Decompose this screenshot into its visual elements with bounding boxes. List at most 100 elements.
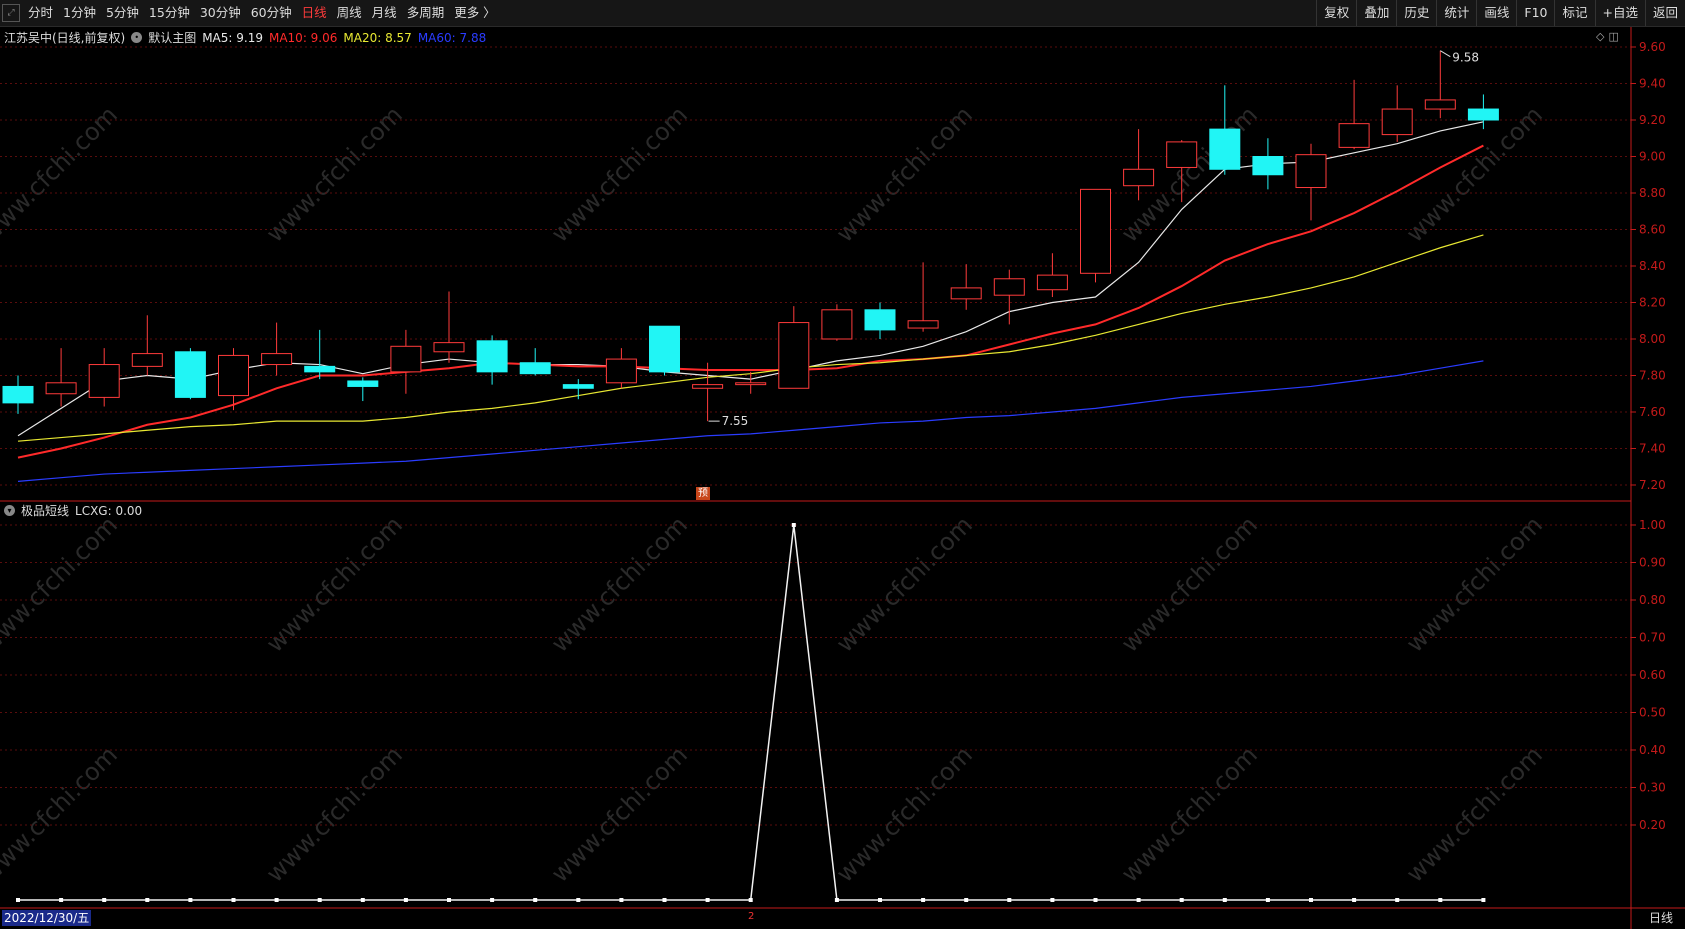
candle-body <box>1123 168 1155 187</box>
lcxg-point <box>1136 898 1141 902</box>
candle-body <box>692 384 724 389</box>
period-tab[interactable]: 周线 <box>332 0 367 26</box>
candle <box>261 322 293 376</box>
period-tab[interactable]: 60分钟 <box>246 0 297 26</box>
candle <box>347 377 379 402</box>
lcxg-point <box>878 898 882 902</box>
indicator-name[interactable]: 极品短线 <box>21 502 69 519</box>
period-tab[interactable]: 多周期 <box>402 0 450 26</box>
candle-body <box>562 384 594 389</box>
indicator-value: LCXG: 0.00 <box>75 503 143 518</box>
watermark-layer: www.cfchi.com www.cfchi.com www.cfchi.com w… <box>0 101 1548 888</box>
lcxg-point <box>964 898 969 902</box>
toolbar-action-button[interactable]: F10 <box>1516 0 1554 26</box>
watermark-text: www.cfchi.com <box>1401 511 1548 658</box>
candle <box>1424 50 1456 119</box>
candle-body <box>1467 108 1499 121</box>
candle <box>1123 129 1155 201</box>
period-tab[interactable]: 月线 <box>367 0 402 26</box>
toolbar-action-button[interactable]: 画线 <box>1476 0 1516 26</box>
candle-body <box>778 322 810 389</box>
period-tabs: ⤢ 分时 1分钟 5分钟 15分钟 30分钟 60分钟 日线 周线 月线 多周期 更多 〉 <box>0 0 501 26</box>
period-indicator: 日线 <box>1648 911 1673 925</box>
stock-title[interactable]: 江苏吴中(日线,前复权) <box>4 29 125 46</box>
period-tab[interactable]: 1分钟 <box>58 0 101 26</box>
price-tick-label: 7.20 <box>1639 478 1666 492</box>
toolbar-action-button[interactable]: 叠加 <box>1356 0 1396 26</box>
watermark-text: www.cfchi.com <box>831 741 978 888</box>
candle-body <box>304 365 336 373</box>
chevron-down-icon[interactable]: ▾ <box>4 505 15 516</box>
ma-legend-item: MA20: 8.57 <box>343 30 412 45</box>
toolbar-action-button[interactable]: 统计 <box>1436 0 1476 26</box>
lcxg-point <box>1179 898 1184 902</box>
toolbar-action-button[interactable]: +自选 <box>1594 0 1645 26</box>
toolbar-action-button[interactable]: 标记 <box>1554 0 1594 26</box>
lcxg-point <box>619 898 624 902</box>
expand-icon[interactable]: ⤢ <box>2 4 20 22</box>
price-tick-label: 9.60 <box>1639 40 1666 54</box>
watermark-text: www.cfchi.com <box>0 511 123 658</box>
candle-body <box>950 287 982 300</box>
candle-body <box>1338 123 1370 148</box>
candle-body <box>476 340 508 373</box>
lcxg-point <box>1050 898 1055 902</box>
candle <box>1252 138 1284 190</box>
lcxg-point <box>791 523 796 527</box>
watermark-text: www.cfchi.com <box>261 741 408 888</box>
window-icon[interactable]: ◫ <box>1608 30 1618 43</box>
indicator-tick-label: 0.40 <box>1639 743 1666 757</box>
price-tick-label: 7.80 <box>1639 369 1666 383</box>
indicator-tick-label: 0.80 <box>1639 593 1666 607</box>
max-pointer <box>1440 50 1451 58</box>
candle <box>45 348 77 407</box>
period-tab[interactable]: 30分钟 <box>195 0 246 26</box>
settings-icon[interactable]: • <box>131 32 143 43</box>
candle-body <box>1036 274 1068 291</box>
lcxg-point <box>662 898 667 902</box>
top-toolbar: ⤢ 分时 1分钟 5分钟 15分钟 30分钟 60分钟 日线 周线 月线 多周期 更多 〉 复权 叠加… <box>0 0 1685 27</box>
candle <box>2 375 34 414</box>
chart-canvas[interactable]: www.cfchi.com www.cfchi.com www.cfchi.com w… <box>0 27 1685 929</box>
period-tab[interactable]: 分时 <box>23 0 58 26</box>
candle <box>649 325 680 376</box>
lcxg-point <box>59 898 64 902</box>
price-tick-label: 8.40 <box>1639 259 1666 273</box>
period-tab[interactable]: 日线 <box>297 0 332 26</box>
watermark-text: www.cfchi.com <box>546 101 693 248</box>
toolbar-action-button[interactable]: 复权 <box>1316 0 1356 26</box>
candle-body <box>218 354 249 397</box>
candle-body <box>261 353 293 366</box>
period-tab[interactable]: 15分钟 <box>144 0 195 26</box>
candle-body <box>1166 141 1198 168</box>
candle-body <box>2 385 34 404</box>
candle-body <box>605 358 637 384</box>
watermark-text: www.cfchi.com <box>261 101 408 248</box>
price-tick-label: 8.20 <box>1639 296 1666 310</box>
candle-body <box>821 309 853 340</box>
price-tick-label: 7.40 <box>1639 442 1666 456</box>
price-axes: 9.60 9.40 9.20 9.00 8.80 8.60 8.40 8.20 8.00 7.80… <box>0 27 1685 929</box>
diamond-icon[interactable]: ◇ <box>1596 30 1604 43</box>
template-label[interactable]: 默认主图 <box>148 29 196 46</box>
candlestick-series <box>2 50 1499 422</box>
toolbar-action-button[interactable]: 返回 <box>1644 0 1685 26</box>
indicator-tick-label: 0.70 <box>1639 631 1666 645</box>
candle-body <box>735 382 767 386</box>
candle-body <box>907 320 939 329</box>
candle-body <box>88 364 120 398</box>
action-buttons: 复权 叠加 历史 统计 画线 F10 标记 +自选 返回 <box>1316 0 1685 26</box>
period-tab[interactable]: 5分钟 <box>101 0 144 26</box>
lcxg-point <box>1222 898 1227 902</box>
period-tab[interactable]: 更多 〉 <box>449 0 500 26</box>
candle <box>304 329 336 380</box>
forecast-badge: 预 <box>696 487 710 500</box>
watermark-text: www.cfchi.com <box>831 511 978 658</box>
indicator-header: ▾ 极品短线 LCXG: 0.00 <box>4 502 142 519</box>
toolbar-action-button[interactable]: 历史 <box>1396 0 1436 26</box>
indicator-tick-label: 0.30 <box>1639 781 1666 795</box>
lcxg-point <box>360 898 365 902</box>
indicator-tick-label: 0.20 <box>1639 818 1666 832</box>
main-chart-header: 江苏吴中(日线,前复权) • 默认主图 MA5: 9.19 MA10: 9.06 M… <box>4 29 486 46</box>
candle <box>131 315 163 376</box>
